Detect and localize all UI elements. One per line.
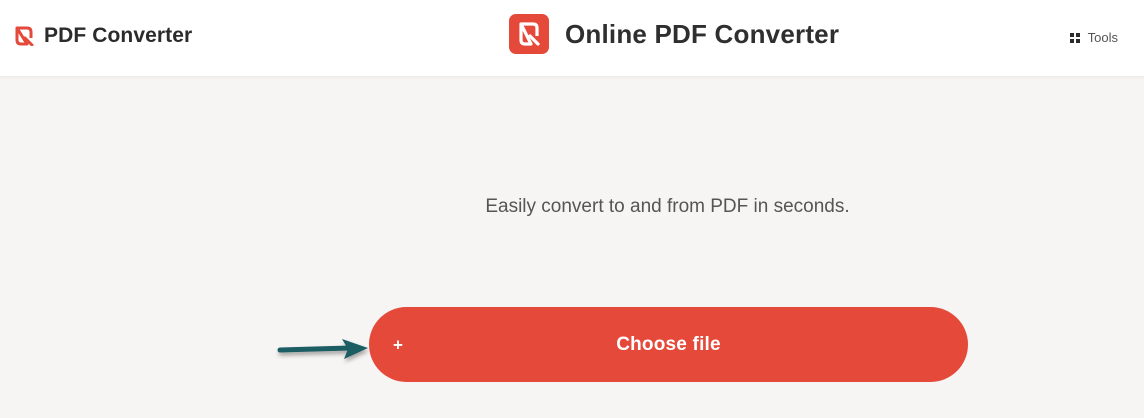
brand-name: PDF Converter [44, 24, 193, 47]
grid-icon [1069, 32, 1080, 43]
title-group: Online PDF Converter [509, 14, 839, 54]
pdf-converter-logo-icon [15, 26, 34, 46]
plus-icon: + [393, 335, 403, 354]
page-title: Online PDF Converter [565, 18, 840, 49]
choose-file-label: Choose file [616, 333, 721, 355]
choose-file-button[interactable]: + Choose file [369, 307, 968, 382]
brand-link[interactable]: PDF Converter [14, 22, 192, 50]
pdf-converter-logo-icon [509, 14, 549, 54]
tools-label: Tools [1087, 30, 1118, 45]
header-bar: PDF Converter Online PDF Converter Tools [0, 0, 1144, 77]
arrow-right-icon [277, 339, 368, 359]
tools-menu-button[interactable]: Tools [1069, 30, 1118, 45]
tagline: Easily convert to and from PDF in second… [485, 196, 850, 217]
